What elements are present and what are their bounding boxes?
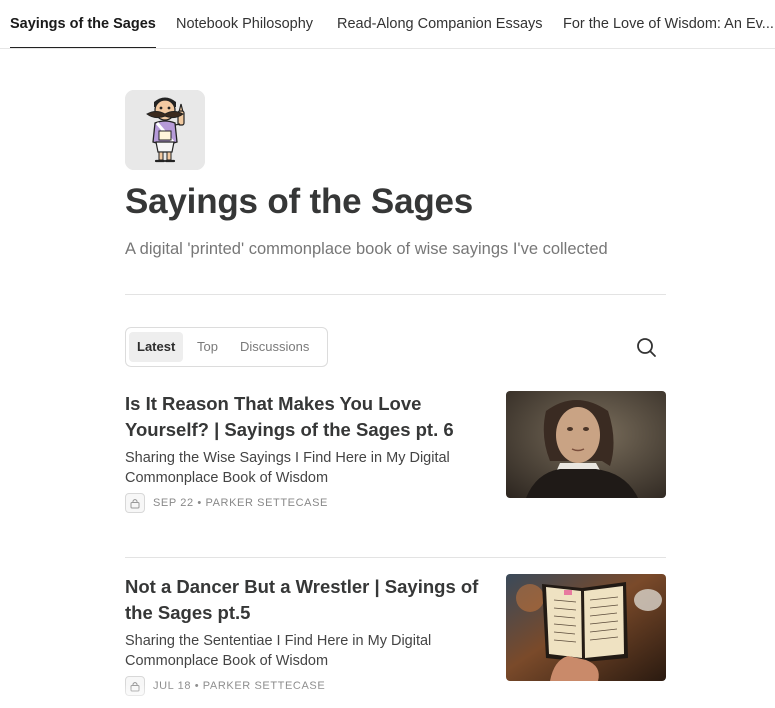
bottom-fade [0, 684, 775, 708]
sage-mascot-icon [125, 90, 205, 170]
post-title[interactable]: Not a Dancer But a Wrestler | Sayings of… [125, 574, 485, 626]
post-divider [125, 557, 666, 558]
post-subtitle[interactable]: Sharing the Wise Sayings I Find Here in … [125, 448, 485, 488]
lock-icon [125, 676, 145, 696]
filter-discussions[interactable]: Discussions [232, 332, 317, 362]
nav-tab-read-along-companion-essays[interactable]: Read-Along Companion Essays [337, 0, 543, 48]
post-thumbnail[interactable] [506, 391, 666, 498]
search-button[interactable] [634, 335, 658, 359]
post-meta: SEP 22 • PARKER SETTECASE [125, 493, 328, 513]
lock-icon [125, 493, 145, 513]
nav-tab-sayings-of-the-sages[interactable]: Sayings of the Sages [10, 0, 156, 48]
portrait-painting-image [506, 391, 666, 498]
post-thumbnail[interactable] [506, 574, 666, 681]
nav-tab-notebook-philosophy[interactable]: Notebook Philosophy [176, 0, 313, 48]
publication-description: A digital 'printed' commonplace book of … [125, 240, 608, 258]
post-subtitle[interactable]: Sharing the Sententiae I Find Here in My… [125, 631, 485, 671]
top-navigation: Sayings of the Sages Notebook Philosophy… [0, 0, 775, 49]
filter-top[interactable]: Top [189, 332, 226, 362]
filter-latest[interactable]: Latest [129, 332, 184, 362]
open-notebook-photo-image [506, 574, 666, 681]
post-title[interactable]: Is It Reason That Makes You Love Yoursel… [125, 391, 485, 443]
publication-title: Sayings of the Sages [125, 182, 474, 221]
search-icon [637, 338, 656, 357]
post-filter-tabs: Latest Top Discussions [125, 327, 328, 367]
nav-tab-for-the-love-of-wisdom[interactable]: For the Love of Wisdom: An Ev... [563, 0, 774, 48]
header-divider [125, 294, 666, 295]
publication-logo[interactable] [125, 90, 205, 170]
post-meta: JUL 18 • PARKER SETTECASE [125, 676, 325, 696]
post-date-author: JUL 18 • PARKER SETTECASE [153, 680, 326, 692]
post-date-author: SEP 22 • PARKER SETTECASE [153, 497, 328, 509]
